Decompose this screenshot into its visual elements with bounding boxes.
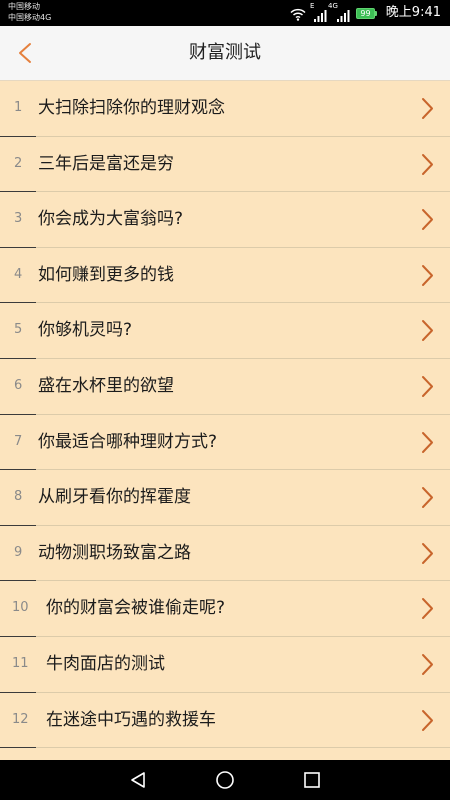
test-list: 1 大扫除扫除你的理财观念 2 三年后是富还是穷 3 你会成为大富翁吗? 4 如… xyxy=(0,81,450,760)
list-item-number: 12 xyxy=(12,711,29,727)
list-item[interactable]: 12 在迷途中巧遇的救援车 xyxy=(0,693,450,749)
chevron-right-icon xyxy=(421,709,434,732)
list-item[interactable]: 11 牛肉面店的测试 xyxy=(0,637,450,693)
list-item[interactable]: 2 三年后是富还是穷 xyxy=(0,137,450,193)
carrier-primary: 中国移动 xyxy=(8,2,40,11)
list-item-number: 7 xyxy=(14,433,23,449)
chevron-right-icon xyxy=(421,431,434,454)
list-item-number: 2 xyxy=(14,155,23,171)
list-item[interactable]: 10 你的财富会被谁偷走呢? xyxy=(0,581,450,637)
list-item-title: 盛在水杯里的欲望 xyxy=(38,375,174,396)
wifi-icon xyxy=(290,6,306,21)
list-item-title: 在迷途中巧遇的救援车 xyxy=(46,709,216,730)
chevron-left-icon xyxy=(19,43,31,63)
list-item-title: 三年后是富还是穷 xyxy=(38,153,174,174)
list-item[interactable]: 3 你会成为大富翁吗? xyxy=(0,192,450,248)
row-divider xyxy=(0,747,36,749)
system-nav-bar xyxy=(0,760,450,800)
list-item-number: 11 xyxy=(12,655,29,671)
list-item-title: 你最适合哪种理财方式? xyxy=(38,431,218,452)
chevron-right-icon xyxy=(421,319,434,342)
list-item-number: 3 xyxy=(14,211,23,227)
signal-icon xyxy=(314,7,327,22)
nav-home-button[interactable] xyxy=(213,768,237,792)
chevron-right-icon xyxy=(421,153,434,176)
list-item[interactable]: 5 你够机灵吗? xyxy=(0,303,450,359)
list-item-title: 你够机灵吗? xyxy=(38,320,133,341)
nav-recents-button[interactable] xyxy=(300,768,324,792)
signal-icon xyxy=(337,7,350,22)
list-item-number: 9 xyxy=(14,544,23,560)
chevron-right-icon xyxy=(421,208,434,231)
list-item-number: 10 xyxy=(12,600,29,616)
list-item-title: 你的财富会被谁偷走呢? xyxy=(46,598,226,619)
back-triangle-icon xyxy=(131,772,145,788)
list-item-number: 8 xyxy=(14,489,23,505)
list-item[interactable]: 8 从刷牙看你的挥霍度 xyxy=(0,470,450,526)
list-item-title: 牛肉面店的测试 xyxy=(46,653,165,674)
list-item-number: 5 xyxy=(14,322,23,338)
chevron-right-icon xyxy=(421,597,434,620)
list-item[interactable]: 1 大扫除扫除你的理财观念 xyxy=(0,81,450,137)
status-bar: 中国移动 中国移动4G E 4G 99 晚上9:41 xyxy=(0,0,450,26)
list-item[interactable]: 6 盛在水杯里的欲望 xyxy=(0,359,450,415)
list-item-title: 动物测职场致富之路 xyxy=(38,542,191,563)
battery-icon: 99 xyxy=(356,8,375,19)
list-item-title: 大扫除扫除你的理财观念 xyxy=(38,98,225,118)
list-item-number: 4 xyxy=(14,266,23,282)
recents-square-icon xyxy=(304,772,320,788)
chevron-right-icon xyxy=(421,542,434,565)
list-item-title: 你会成为大富翁吗? xyxy=(38,209,184,230)
app-header: 财富测试 xyxy=(0,26,450,81)
carrier-secondary: 中国移动4G xyxy=(8,13,52,22)
chevron-right-icon xyxy=(421,97,434,120)
list-item-title: 从刷牙看你的挥霍度 xyxy=(38,487,191,508)
list-item[interactable]: 4 如何赚到更多的钱 xyxy=(0,248,450,304)
status-time: 晚上9:41 xyxy=(385,5,441,20)
chevron-right-icon xyxy=(421,653,434,676)
list-item[interactable]: 7 你最适合哪种理财方式? xyxy=(0,415,450,471)
list-item-number: 1 xyxy=(14,100,23,115)
list-item-number: 6 xyxy=(14,377,23,393)
list-item-title: 如何赚到更多的钱 xyxy=(38,264,174,285)
back-button[interactable] xyxy=(10,37,40,69)
home-circle-icon xyxy=(216,771,234,789)
battery-nub xyxy=(375,11,377,16)
page-title: 财富测试 xyxy=(189,42,261,63)
app-screen: 中国移动 中国移动4G E 4G 99 晚上9:41 财富测试 1 大扫除扫除你… xyxy=(0,0,450,800)
battery-level: 99 xyxy=(360,9,371,18)
chevron-right-icon xyxy=(421,264,434,287)
list-item[interactable]: 9 动物测职场致富之路 xyxy=(0,526,450,582)
nav-back-button[interactable] xyxy=(126,768,150,792)
chevron-right-icon xyxy=(421,375,434,398)
chevron-right-icon xyxy=(421,486,434,509)
